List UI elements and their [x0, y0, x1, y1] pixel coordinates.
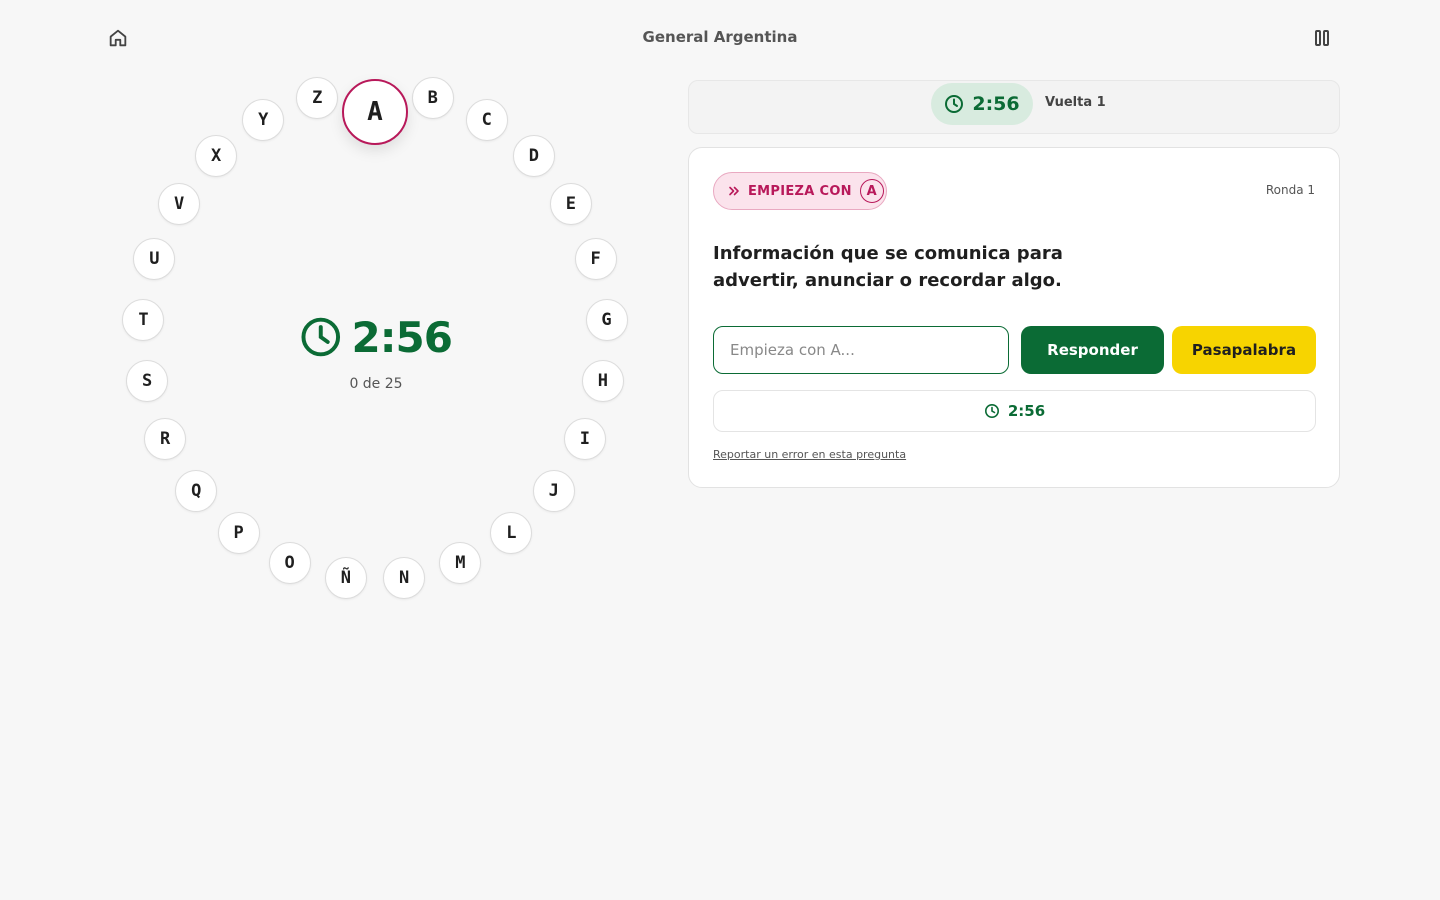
status-bar: 2:56 Vuelta 1	[688, 80, 1340, 134]
letter-d[interactable]: D	[512, 135, 555, 178]
card-timer-value: 2:56	[1007, 402, 1046, 420]
answer-input[interactable]	[713, 326, 1009, 374]
clock-icon	[984, 404, 999, 418]
question-card: EMPIEZA CON A Ronda 1 Información que se…	[688, 147, 1340, 488]
pasapalabra-button[interactable]: Pasapalabra	[1172, 326, 1316, 374]
letter-q[interactable]: Q	[175, 470, 218, 513]
letter-i[interactable]: I	[563, 418, 606, 461]
letter-z[interactable]: Z	[296, 76, 339, 119]
letter-s[interactable]: S	[126, 359, 169, 402]
ring-timer: 2:56	[300, 312, 453, 362]
letter-l[interactable]: L	[490, 512, 533, 555]
letter-a[interactable]: A	[342, 79, 408, 145]
answer-button[interactable]: Responder	[1021, 326, 1164, 374]
card-timer: 2:56	[713, 390, 1316, 432]
lap-label: Vuelta 1	[1045, 95, 1106, 110]
clock-icon	[301, 317, 341, 357]
double-chevron-right-icon	[729, 186, 739, 196]
status-timer-value: 2:56	[972, 93, 1020, 115]
letter-r[interactable]: R	[144, 418, 187, 461]
letter-p[interactable]: P	[217, 512, 260, 555]
letter-b[interactable]: B	[411, 76, 454, 119]
letter-t[interactable]: T	[122, 298, 165, 341]
letter-g[interactable]: G	[585, 298, 628, 341]
letter-m[interactable]: M	[439, 541, 482, 584]
report-error-link[interactable]: Reportar un error en esta pregunta	[713, 448, 906, 461]
letter-h[interactable]: H	[581, 359, 624, 402]
letter-n[interactable]: N	[383, 557, 426, 600]
letter-v[interactable]: V	[158, 182, 201, 225]
pause-button[interactable]	[1308, 24, 1336, 52]
letter-x[interactable]: X	[195, 135, 238, 178]
progress-counter: 0 de 25	[349, 376, 403, 392]
starts-with-letter: A	[859, 179, 884, 203]
pause-icon	[1315, 30, 1329, 46]
letter-ring: 2:56 0 de 25 ABCDEFGHIJLMNÑOPQRSTUVXYZ	[0, 0, 680, 900]
starts-with-badge: EMPIEZA CON A	[713, 172, 887, 210]
letter-c[interactable]: C	[465, 99, 508, 142]
letter-ñ[interactable]: Ñ	[324, 557, 367, 600]
ring-timer-value: 2:56	[351, 312, 453, 362]
letter-o[interactable]: O	[268, 541, 311, 584]
question-text: Información que se comunica para adverti…	[713, 243, 1063, 291]
letter-y[interactable]: Y	[242, 99, 285, 142]
status-timer-pill: 2:56	[931, 83, 1033, 125]
starts-with-label: EMPIEZA CON	[748, 183, 852, 199]
letter-e[interactable]: E	[549, 182, 592, 225]
round-label: Ronda 1	[1265, 183, 1315, 197]
clock-icon	[945, 95, 964, 113]
letter-u[interactable]: U	[133, 238, 176, 281]
letter-f[interactable]: F	[574, 238, 617, 281]
letter-j[interactable]: J	[532, 470, 575, 513]
